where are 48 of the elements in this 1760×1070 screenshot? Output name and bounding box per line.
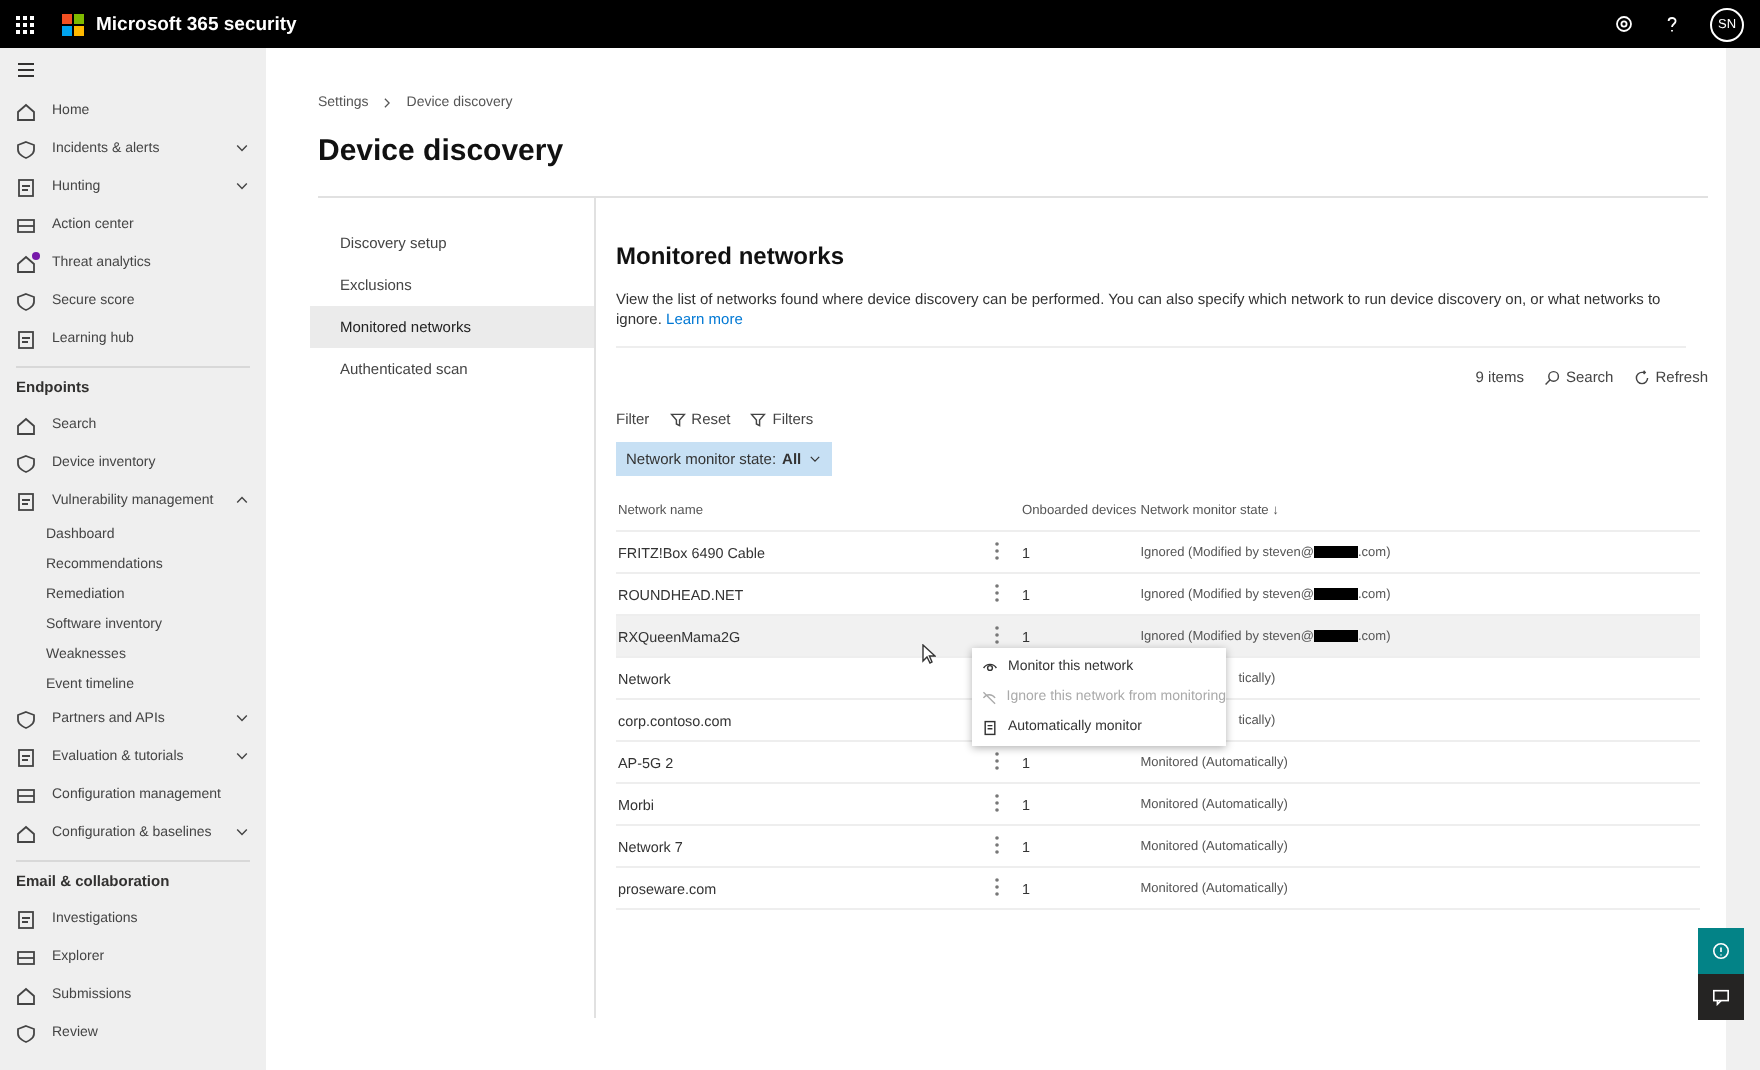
section-title: Monitored networks (616, 242, 847, 270)
more-options-icon[interactable] (994, 835, 1000, 853)
funnel-icon (669, 411, 686, 427)
shield-icon (16, 709, 36, 729)
box-icon (16, 785, 36, 805)
logo-icon (62, 13, 84, 35)
settings-icon (1614, 14, 1634, 34)
funnel-icon (750, 411, 767, 427)
scrollbar[interactable] (1726, 48, 1760, 1070)
chevron-right-icon (380, 96, 395, 110)
refresh-icon (1633, 369, 1650, 385)
home-icon (16, 985, 36, 1005)
more-options-icon[interactable] (994, 625, 1000, 643)
eye-icon (982, 659, 998, 675)
app-name: Microsoft 365 security (96, 13, 297, 35)
mouse-cursor-icon (922, 644, 936, 664)
doc-icon (16, 491, 36, 511)
box-icon (16, 215, 36, 235)
chat-icon (1712, 988, 1730, 1006)
home-icon (16, 253, 36, 273)
search-icon (1543, 369, 1560, 385)
help-icon (1662, 14, 1682, 34)
doc-icon (16, 329, 36, 349)
app-launcher-icon[interactable] (16, 15, 34, 33)
shield-icon (16, 1023, 36, 1043)
help-icon (1712, 942, 1730, 960)
more-options-icon[interactable] (994, 877, 1000, 895)
menu-icon (16, 60, 36, 80)
shield-icon (16, 139, 36, 159)
more-options-icon[interactable] (994, 583, 1000, 601)
home-icon (16, 823, 36, 843)
help-button[interactable] (1698, 928, 1744, 974)
page-title: Device discovery (318, 134, 566, 168)
home-icon (16, 415, 36, 435)
eye-slash-icon (982, 689, 997, 705)
feedback-button[interactable] (1698, 974, 1744, 1020)
shield-icon (16, 291, 36, 311)
home-icon (16, 101, 36, 121)
more-options-icon[interactable] (994, 793, 1000, 811)
shield-icon (16, 453, 36, 473)
doc-icon (16, 747, 36, 767)
doc-icon (16, 909, 36, 929)
chevron-down-icon (807, 452, 822, 466)
clipboard-icon (982, 719, 998, 735)
box-icon (16, 947, 36, 967)
more-options-icon[interactable] (994, 751, 1000, 769)
more-options-icon[interactable] (994, 541, 1000, 559)
doc-icon (16, 177, 36, 197)
